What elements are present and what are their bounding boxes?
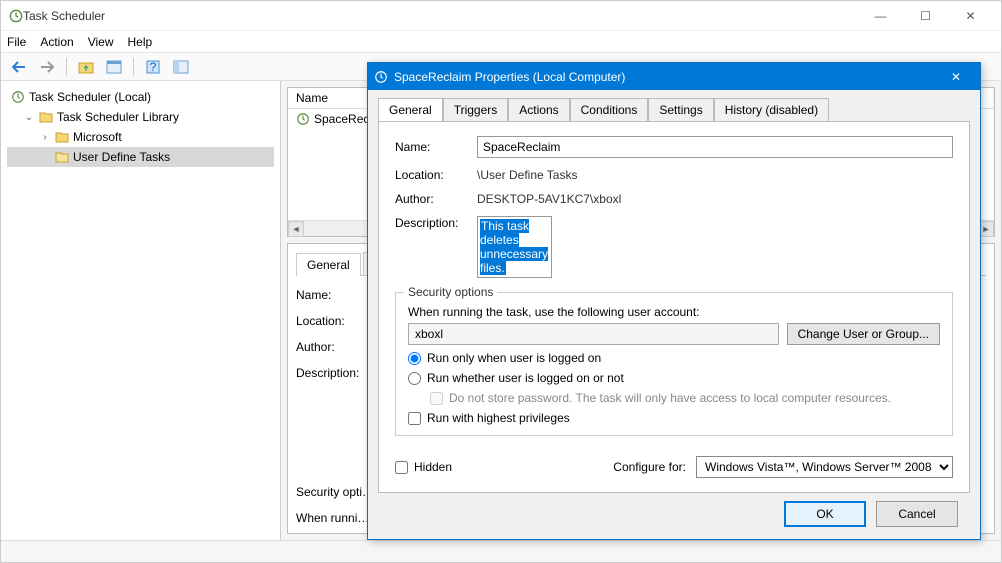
run-logged-on-input[interactable] [408,352,421,365]
dlg-description-textarea[interactable]: This task deletes unnecessary files. [477,216,552,278]
tree-library-label: Task Scheduler Library [57,110,179,124]
back-button[interactable] [7,56,31,78]
properties-dialog: SpaceReclaim Properties (Local Computer)… [367,62,981,540]
dialog-title: SpaceReclaim Properties (Local Computer) [394,70,938,84]
hidden-check[interactable]: Hidden [395,460,452,474]
tree-microsoft[interactable]: › Microsoft [7,127,274,147]
dlg-name-label: Name: [395,140,465,154]
properties-icon[interactable] [102,56,126,78]
tree-user-tasks[interactable]: User Define Tasks [7,147,274,167]
hidden-label: Hidden [414,460,452,474]
security-legend: Security options [404,285,497,299]
ok-button[interactable]: OK [784,501,866,527]
menu-action[interactable]: Action [40,35,73,49]
dialog-tabs: General Triggers Actions Conditions Sett… [378,98,970,121]
account-display: xboxl [408,323,779,345]
label-security-options: Security opti… [296,485,374,499]
tree-root-label: Task Scheduler (Local) [29,90,151,104]
when-running-label: When running the task, use the following… [408,305,940,319]
security-options-group: Security options When running the task, … [395,292,953,436]
tree-microsoft-label: Microsoft [73,130,122,144]
run-whether-radio[interactable]: Run whether user is logged on or not [408,371,940,385]
dlg-general-panel: Name: Location: \User Define Tasks Autho… [378,121,970,493]
minimize-button[interactable]: — [858,2,903,30]
task-icon [296,112,310,126]
dlg-location-label: Location: [395,168,465,182]
highest-privileges-input[interactable] [408,412,421,425]
dlg-tab-triggers[interactable]: Triggers [443,98,509,121]
dialog-titlebar[interactable]: SpaceReclaim Properties (Local Computer)… [368,63,980,90]
label-location: Location: [296,314,376,328]
window-title: Task Scheduler [23,9,858,23]
run-logged-on-radio[interactable]: Run only when user is logged on [408,351,940,365]
dlg-description-label: Description: [395,216,465,230]
hidden-input[interactable] [395,461,408,474]
do-not-store-input [430,392,443,405]
do-not-store-check: Do not store password. The task will onl… [430,391,940,405]
expander-icon[interactable]: ⌄ [23,112,35,123]
dlg-tab-settings[interactable]: Settings [648,98,713,121]
folder-open-icon [55,150,69,164]
configure-for-select[interactable]: Windows Vista™, Windows Server™ 2008 [696,456,953,478]
scroll-left-icon[interactable]: ◄ [288,221,304,237]
tree-pane: Task Scheduler (Local) ⌄ Task Scheduler … [1,81,281,540]
forward-button[interactable] [35,56,59,78]
configure-for-label: Configure for: [613,460,686,474]
label-author: Author: [296,340,376,354]
label-when-running: When runni… [296,511,369,525]
label-name: Name: [296,288,376,302]
menu-help[interactable]: Help [128,35,153,49]
folder-up-icon[interactable] [74,56,98,78]
dialog-close-button[interactable]: ✕ [938,64,974,90]
close-button[interactable]: ✕ [948,2,993,30]
menu-file[interactable]: File [7,35,26,49]
highest-privileges-label: Run with highest privileges [427,411,570,425]
highest-privileges-check[interactable]: Run with highest privileges [408,411,940,425]
expander-spacer [39,152,51,163]
dlg-description-text: This task deletes unnecessary files. [480,219,548,275]
tree-library[interactable]: ⌄ Task Scheduler Library [7,107,274,127]
do-not-store-label: Do not store password. The task will onl… [449,391,891,405]
task-scheduler-icon [9,9,23,23]
label-description: Description: [296,366,376,380]
dlg-author-label: Author: [395,192,465,206]
expander-icon[interactable]: › [39,132,51,143]
dialog-icon [374,70,388,84]
run-whether-input[interactable] [408,372,421,385]
dlg-name-input[interactable] [477,136,953,158]
folder-icon [39,110,53,124]
dlg-tab-general[interactable]: General [378,98,443,121]
dlg-location-value: \User Define Tasks [477,168,953,182]
run-whether-label: Run whether user is logged on or not [427,371,624,385]
dlg-tab-conditions[interactable]: Conditions [570,98,649,121]
dlg-tab-actions[interactable]: Actions [508,98,569,121]
menu-view[interactable]: View [88,35,114,49]
maximize-button[interactable]: ☐ [903,2,948,30]
tab-general[interactable]: General [296,253,361,276]
statusbar [1,540,1001,562]
clock-icon [11,90,25,104]
change-user-button[interactable]: Change User or Group... [787,323,940,345]
dlg-author-value: DESKTOP-5AV1KC7\xboxl [477,192,953,206]
tree-root[interactable]: Task Scheduler (Local) [7,87,274,107]
folder-icon [55,130,69,144]
svg-text:?: ? [150,60,157,74]
menubar: File Action View Help [1,31,1001,53]
help-icon[interactable]: ? [141,56,165,78]
run-logged-on-label: Run only when user is logged on [427,351,601,365]
tree-user-tasks-label: User Define Tasks [73,150,170,164]
titlebar: Task Scheduler — ☐ ✕ [1,1,1001,31]
cancel-button[interactable]: Cancel [876,501,958,527]
dlg-tab-history[interactable]: History (disabled) [714,98,829,121]
panel-toggle-icon[interactable] [169,56,193,78]
